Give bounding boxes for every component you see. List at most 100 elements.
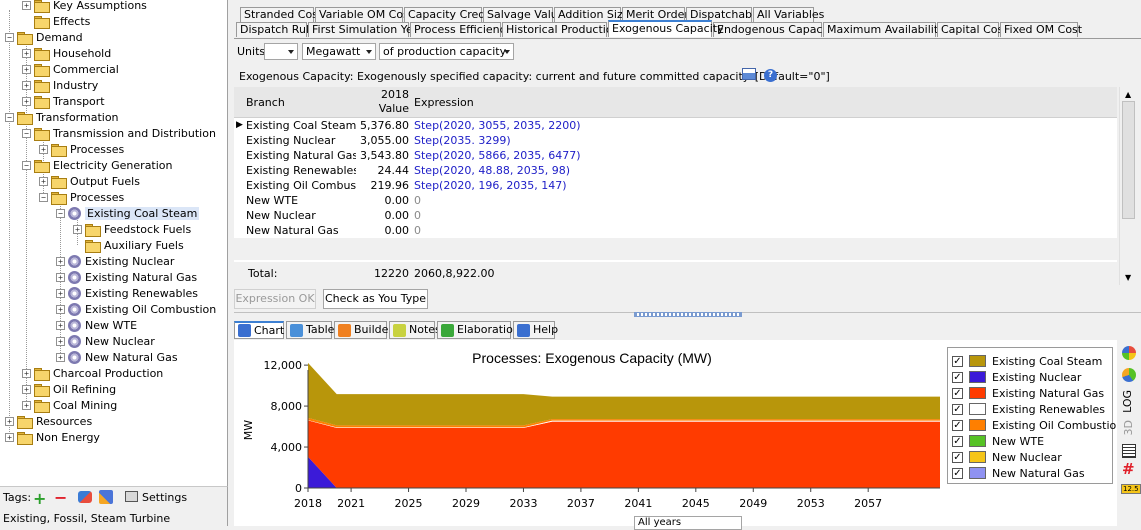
expression-cell[interactable]: 0 [414, 208, 421, 223]
legend-item[interactable]: ✓ Existing Oil Combustion [952, 417, 1123, 433]
legend-checkbox[interactable]: ✓ [952, 467, 963, 479]
tree-node[interactable]: − Electricity Generation [22, 157, 173, 173]
tab-historical-production[interactable]: Historical Production [502, 22, 620, 37]
expression-cell[interactable]: Step(2020, 3055, 2035, 2200) [414, 118, 581, 133]
expand-icon[interactable]: + [56, 320, 65, 330]
legend-item[interactable]: ✓ Existing Renewables [952, 401, 1105, 417]
view-tab-builder[interactable]: Builder [334, 321, 393, 339]
expand-icon[interactable]: + [56, 256, 65, 266]
tree-node[interactable]: + Output Fuels [39, 173, 140, 189]
tree-node[interactable]: + Existing Nuclear [56, 253, 174, 269]
expand-icon[interactable]: + [22, 0, 31, 10]
pie-chart-icon[interactable] [1122, 346, 1136, 360]
tab-salvage-value[interactable]: Salvage Value [483, 7, 564, 22]
scale-dropdown[interactable] [264, 43, 298, 60]
expression-cell[interactable]: Step(2020, 48.88, 2035, 98) [414, 163, 570, 178]
expand-icon[interactable]: + [56, 272, 65, 282]
tree-node[interactable]: − Existing Coal Steam [56, 205, 200, 221]
tab-first-simulation-year[interactable]: First Simulation Year [308, 22, 424, 37]
tree-node[interactable]: + Existing Oil Combustion [56, 301, 216, 317]
legend-checkbox[interactable]: ✓ [952, 435, 963, 447]
expand-icon[interactable]: + [5, 416, 14, 426]
expand-icon[interactable]: + [22, 80, 31, 90]
expand-icon[interactable]: + [56, 288, 65, 298]
legend-item[interactable]: ✓ New WTE [952, 433, 1044, 449]
tree-node[interactable]: + Key Assumptions [22, 0, 147, 13]
tab-capital-cost[interactable]: Capital Cost [937, 22, 1008, 37]
legend-item[interactable]: ✓ New Nuclear [952, 449, 1062, 465]
scroll-thumb[interactable] [1122, 101, 1135, 219]
expression-cell[interactable]: Step(2020, 196, 2035, 147) [414, 178, 567, 193]
tab-capacity-credit[interactable]: Capacity Credit [404, 7, 493, 22]
expression-cell[interactable]: 0 [414, 223, 421, 238]
list-view-icon[interactable] [1122, 444, 1136, 458]
grid-row[interactable]: Existing Renewables 24.44 Step(2020, 48.88… [234, 163, 1116, 178]
expression-cell[interactable]: 0 [414, 193, 421, 208]
grid-scrollbar[interactable]: ▲ ▼ [1119, 87, 1137, 285]
tree-node[interactable]: + Coal Mining [22, 397, 117, 413]
scroll-down-icon[interactable]: ▼ [1125, 273, 1131, 282]
expand-icon[interactable]: + [39, 176, 48, 186]
tree-node[interactable]: + Feedstock Fuels [73, 221, 191, 237]
view-tab-notes[interactable]: Notes [389, 321, 441, 339]
tree-node[interactable]: − Processes [39, 189, 124, 205]
tree-node[interactable]: + New Natural Gas [56, 349, 178, 365]
collapse-icon[interactable]: − [22, 160, 31, 170]
check-as-you-type-button[interactable]: Check as You Type [323, 289, 428, 309]
tree-node[interactable]: Effects [22, 13, 90, 29]
branch-tree[interactable]: + Key Assumptions Effects − Demand + Household… [0, 0, 228, 486]
3d-button[interactable]: 3D [1122, 420, 1135, 435]
tree-node[interactable]: + New WTE [56, 317, 137, 333]
scroll-up-icon[interactable]: ▲ [1125, 90, 1131, 99]
more-icon[interactable] [1120, 500, 1136, 516]
edit-note-icon[interactable] [742, 68, 756, 80]
legend-checkbox[interactable]: ✓ [952, 387, 963, 399]
grid-row[interactable]: Existing Nuclear 3,055.00 Step(2035. 3299) [234, 133, 1116, 148]
help-icon[interactable]: ? [764, 69, 777, 82]
years-dropdown[interactable]: All years [634, 516, 742, 530]
splitter-handle[interactable] [634, 312, 742, 317]
expression-ok-button[interactable]: Expression OK [234, 289, 316, 309]
grid-icon[interactable]: # [1122, 462, 1135, 477]
collapse-icon[interactable]: − [56, 208, 65, 218]
legend-item[interactable]: ✓ Existing Natural Gas [952, 385, 1104, 401]
settings-button[interactable]: Settings [142, 491, 187, 504]
tab-maximum-availability[interactable]: Maximum Availability [823, 22, 945, 37]
tree-node[interactable]: Auxiliary Fuels [73, 237, 184, 253]
tab-fixed-om-cost[interactable]: Fixed OM Cost [1000, 22, 1082, 37]
view-tab-table[interactable]: Table [286, 321, 334, 339]
collapse-icon[interactable]: − [5, 112, 14, 122]
expand-icon[interactable]: + [22, 400, 31, 410]
view-tab-chart[interactable]: Chart [234, 321, 284, 339]
tab-dispatch-rule[interactable]: Dispatch Rule [236, 22, 316, 37]
expand-icon[interactable]: + [22, 64, 31, 74]
grid-row[interactable]: ▶ Existing Coal Steam 5,376.80 Step(2020, 3… [234, 118, 1116, 133]
tree-node[interactable]: + Oil Refining [22, 381, 116, 397]
grid-row[interactable]: Existing Oil Combusti... 219.96 Step(2020,… [234, 178, 1116, 193]
tree-node[interactable]: + Transport [22, 93, 105, 109]
palette-icon[interactable] [1122, 368, 1136, 382]
legend-item[interactable]: ✓ Existing Nuclear [952, 369, 1081, 385]
basis-dropdown[interactable]: of production capacity [379, 43, 514, 60]
log-scale-button[interactable]: LOG [1121, 390, 1134, 413]
tab-process-efficiency[interactable]: Process Efficiency [410, 22, 512, 37]
legend-checkbox[interactable]: ✓ [952, 403, 963, 415]
legend-checkbox[interactable]: ✓ [952, 451, 963, 463]
settings-icon[interactable] [125, 491, 138, 502]
tree-node[interactable]: + Industry [22, 77, 98, 93]
expand-icon[interactable]: + [73, 224, 82, 234]
expand-icon[interactable]: + [5, 432, 14, 442]
collapse-icon[interactable]: − [22, 128, 31, 138]
tab-endogenous-capacity[interactable]: Endogenous Capacity [713, 22, 836, 37]
tree-node[interactable]: + Existing Natural Gas [56, 269, 197, 285]
expression-cell[interactable]: Step(2035. 3299) [414, 133, 511, 148]
legend-item[interactable]: ✓ New Natural Gas [952, 465, 1085, 481]
tree-node[interactable]: + Commercial [22, 61, 119, 77]
grid-row[interactable]: New Natural Gas 0.00 0 [234, 223, 1116, 238]
legend-checkbox[interactable]: ✓ [952, 419, 963, 431]
tab-exogenous-capacity[interactable]: Exogenous Capacity [608, 20, 724, 37]
expand-icon[interactable]: + [22, 384, 31, 394]
remove-tag-icon[interactable]: − [54, 488, 67, 507]
grid-row[interactable]: Existing Natural Gas 3,543.80 Step(2020, 5… [234, 148, 1116, 163]
add-tag-icon[interactable]: + [33, 489, 46, 508]
